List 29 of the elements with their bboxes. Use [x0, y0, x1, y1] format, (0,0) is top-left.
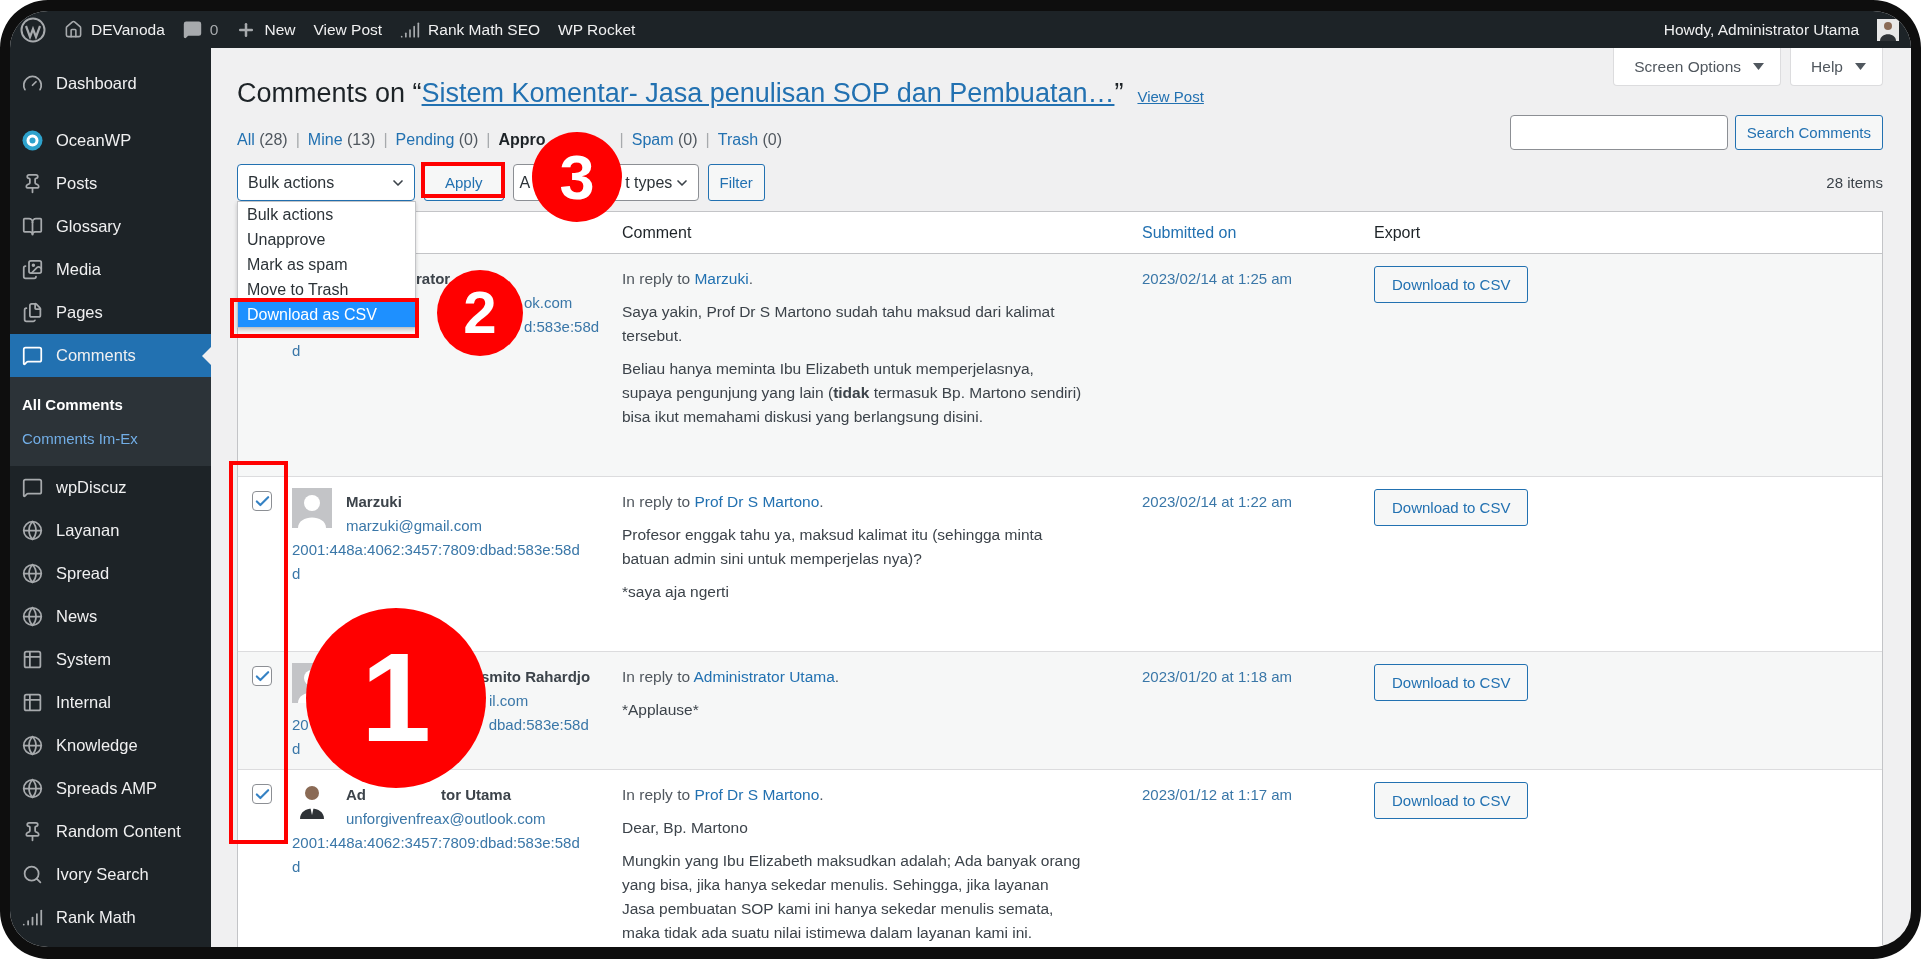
comment-text: Saya yakin, Prof Dr S Martono sudah tahu maksud dari kalimat tersebut.	[622, 302, 1056, 346]
comment-text: Dear, Bp. Martono	[622, 818, 749, 838]
separator-text: |	[383, 131, 388, 149]
author-ip: dbad:583e:58d	[488, 715, 589, 735]
comment-text: Profesor enggak tahu ya, maksud kalimat itu (sehingga minta batuan admin sini untuk memperjelas nya)?	[622, 525, 1044, 569]
comment-text: *saya aja ngerti	[622, 582, 730, 602]
author-name: tor Utama	[441, 785, 511, 805]
separator-text: |	[486, 131, 491, 149]
reply-line: In reply to Prof Dr S Martono.	[622, 785, 825, 805]
author-ip: d:583e:58d	[524, 317, 600, 337]
comment-text: Mungkin yang Ibu Elizabeth maksudkan adalah; Ada banyak orang yang bisa, jika hanya sekedar menulis. Sehingga, jika layanan Jasa pembuatan SOP kami ini hanya sekedar menulis semata, maka tidak ada suatu nilai istimewa dalam layanan kami ini.	[622, 851, 1082, 943]
separator-text: |	[295, 131, 300, 149]
reply-line: In reply to Administrator Utama.	[622, 667, 841, 687]
author-email: il.com	[489, 691, 529, 711]
author-name: Marzuki	[346, 492, 402, 512]
column-header: Export	[1373, 223, 1422, 242]
reply-line: In reply to Marzuki.	[622, 269, 754, 289]
comment-text: Beliau hanya meminta Ibu Elizabeth untuk memperjelasnya, supaya pengunjung yang lain (tidak termasuk Bp. Martono sendiri) bisa ikut memahami diskusi yang berlangsung disini.	[622, 359, 1083, 427]
author-name: rator	[416, 269, 451, 289]
page-title: Comments on “Sistem Komentar- Jasa penulisan SOP dan Pembuatan…”	[237, 77, 1124, 110]
separator-text: |	[619, 131, 624, 149]
author-name: Ad	[346, 785, 366, 805]
reply-line: In reply to Prof Dr S Martono.	[622, 492, 825, 512]
author-email: ok.com	[524, 293, 573, 313]
item-count: 28 items	[1826, 174, 1883, 191]
separator-text: |	[705, 131, 710, 149]
author-ip: 20	[292, 715, 309, 735]
comment-text: *Applause*	[622, 700, 700, 720]
column-header: Comment	[621, 223, 693, 242]
